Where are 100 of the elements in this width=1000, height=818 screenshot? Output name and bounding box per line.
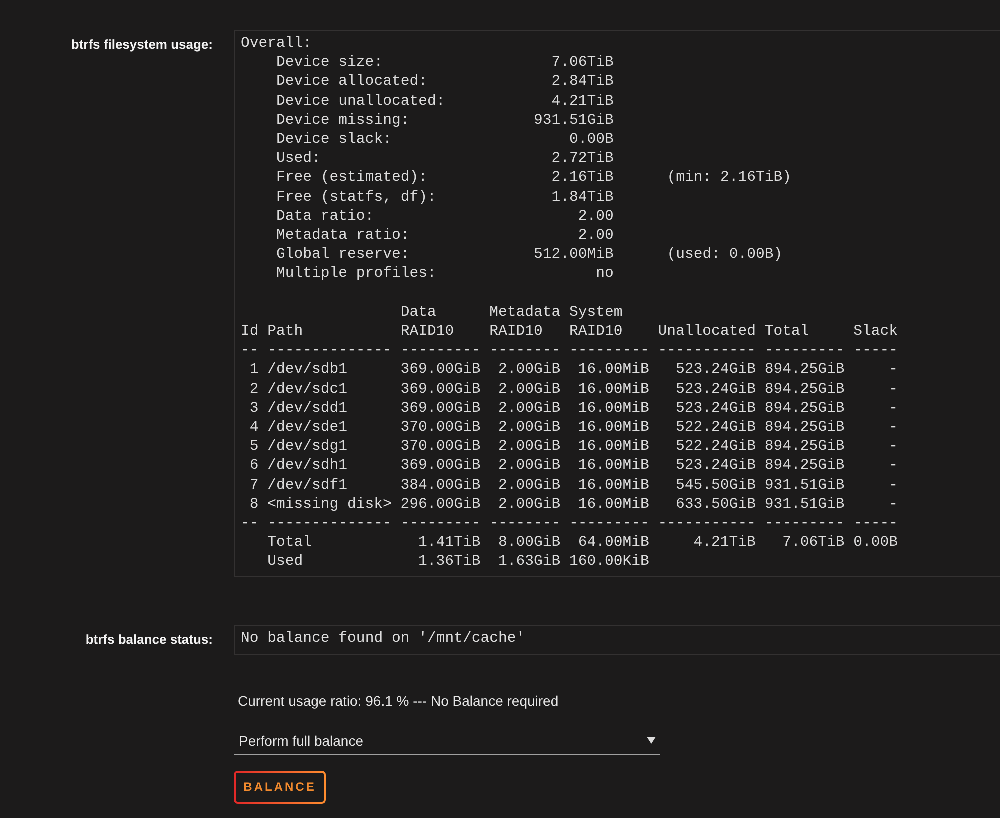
stat-value: 0.00B <box>570 131 614 150</box>
table-cell-text: 523.24GiB <box>676 361 756 380</box>
table-cell: 2.00GiB <box>498 496 561 515</box>
table-cell-text: 16.00MiB <box>578 418 650 438</box>
table-cell-text: 894.25GiB <box>764 361 845 380</box>
column-header: RAID10 <box>570 323 623 342</box>
table-rule: ----------- <box>658 514 756 534</box>
stat-label: Device slack: <box>276 131 392 150</box>
column-header: RAID10 <box>490 323 543 342</box>
table-cell: 894.25GiB <box>764 438 845 458</box>
table-rule: -------- <box>490 342 561 362</box>
column-header: Path <box>268 323 304 342</box>
stat-value: 2.84TiB <box>552 73 614 92</box>
table-cell: 369.00GiB <box>400 400 481 419</box>
stat-value: 2.00 <box>578 208 614 227</box>
table-cell: 16.00MiB <box>578 476 650 496</box>
table-cell-text: - <box>889 361 898 380</box>
stat-label: Global reserve: <box>276 246 410 266</box>
table-cell-text: 2.00GiB <box>498 418 561 438</box>
stat-value: 2.72TiB <box>552 150 614 170</box>
table-cell: 523.24GiB <box>676 400 756 419</box>
table-cell: 370.00GiB <box>400 438 481 458</box>
column-header: Total <box>764 323 810 342</box>
stat-value: 2.00 <box>578 227 614 246</box>
table-cell-text: 894.25GiB <box>764 418 845 438</box>
stat-value: 512.00MiB <box>534 246 614 266</box>
stat-label: Data ratio: <box>276 208 374 227</box>
table-cell: 1.41TiB <box>418 534 481 554</box>
table-cell: 522.24GiB <box>676 438 756 458</box>
column-header: Id <box>241 323 259 342</box>
table-cell-text: 16.00MiB <box>578 361 650 380</box>
stat-label: Free (estimated): <box>276 169 428 188</box>
table-cell: 8 <box>250 496 259 515</box>
field-label: btrfs filesystem usage: <box>71 36 213 54</box>
balance-button[interactable]: BALANCE <box>234 770 326 804</box>
table-cell: 160.00KiB <box>569 553 650 572</box>
table-rule: --------- <box>764 342 845 362</box>
table-cell: /dev/sdf1 <box>268 476 348 496</box>
table-cell: 7.06TiB <box>782 534 845 554</box>
stat-value: 4.21TiB <box>552 92 614 112</box>
table-rule: -- <box>241 514 259 534</box>
table-cell: 1.63GiB <box>498 553 561 572</box>
stat-note: (min: 2.16TiB) <box>667 169 792 188</box>
table-cell: Total <box>268 534 312 554</box>
table-cell: Used <box>268 553 304 572</box>
table-rule: -- <box>241 342 259 362</box>
table-cell-text: 6 <box>250 457 259 476</box>
table-rule: --------- <box>764 514 845 534</box>
table-cell: 16.00MiB <box>578 380 650 400</box>
stat-value: 2.16TiB <box>552 169 614 188</box>
table-cell: - <box>889 476 898 496</box>
table-rule: --------- <box>570 514 650 534</box>
balance-mode-dropdown[interactable]: Perform full balance <box>234 728 660 755</box>
table-cell-text: 894.25GiB <box>764 457 845 476</box>
table-rule: -------------- <box>268 342 392 362</box>
stat-value: no <box>596 265 614 284</box>
table-rule: -------- <box>490 514 561 534</box>
table-rule: --------- <box>400 342 481 362</box>
table-cell-text: /dev/sde1 <box>268 418 348 438</box>
table-cell: 3 <box>250 400 259 419</box>
table-cell: 16.00MiB <box>578 438 650 458</box>
overall-heading: Overall: <box>241 35 312 54</box>
table-rule: -------------- <box>268 514 392 534</box>
stat-label: Used: <box>276 150 321 170</box>
table-cell: - <box>889 438 898 458</box>
stat-note: (used: 0.00B) <box>667 246 783 266</box>
stat-label: Device allocated: <box>276 73 428 92</box>
column-header: Data <box>400 304 436 323</box>
table-cell: /dev/sdd1 <box>268 400 348 419</box>
table-cell: 894.25GiB <box>764 380 845 400</box>
column-header: RAID10 <box>400 323 454 342</box>
stat-value: 931.51GiB <box>534 112 614 131</box>
table-cell-text: 2.00GiB <box>498 361 561 380</box>
table-cell: 16.00MiB <box>578 400 650 419</box>
table-cell: 523.24GiB <box>676 380 756 400</box>
table-cell: - <box>889 496 898 515</box>
table-cell: 931.51GiB <box>764 496 845 515</box>
table-cell-text: 2.00GiB <box>498 457 561 476</box>
table-rule: --------- <box>400 514 481 534</box>
table-cell: 894.25GiB <box>764 400 845 419</box>
table-cell-text: 369.00GiB <box>400 361 481 380</box>
table-cell: 64.00MiB <box>578 534 650 554</box>
table-cell: 633.50GiB <box>676 496 756 515</box>
column-header: Slack <box>854 323 898 342</box>
table-cell: 1.36TiB <box>418 553 481 572</box>
column-header: Metadata <box>490 304 561 323</box>
table-cell-text: 370.00GiB <box>400 418 481 438</box>
table-cell-text: - <box>889 418 898 438</box>
stat-label: Free (statfs, df): <box>276 188 436 208</box>
stat-label: Multiple profiles: <box>276 265 436 284</box>
stat-label: Device unallocated: <box>276 92 446 112</box>
table-rule: ----------- <box>658 342 756 362</box>
table-cell: /dev/sdg1 <box>268 438 348 458</box>
usage-ratio-text: Current usage ratio: 96.1 % --- No Balance required <box>237 692 559 710</box>
table-cell-text: 1 <box>250 361 259 380</box>
table-cell: 2 <box>250 380 259 400</box>
table-cell: 5 <box>250 438 259 458</box>
field-label: btrfs balance status: <box>86 631 213 650</box>
table-cell: 7 <box>250 476 259 496</box>
table-cell: 2.00GiB <box>498 438 561 458</box>
